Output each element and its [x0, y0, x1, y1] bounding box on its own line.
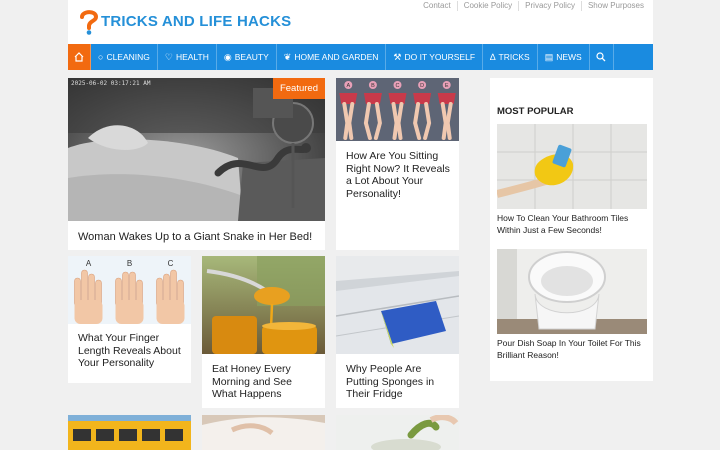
article-image-school-bus[interactable]: [68, 415, 191, 450]
nav-item-do-it-yourself[interactable]: ⚒ DO IT YOURSELF: [386, 44, 484, 70]
article-image-finger-length[interactable]: A B C: [68, 256, 191, 324]
article-card-sponge[interactable]: Why People Are Putting Sponges in Their …: [336, 256, 459, 408]
article-title[interactable]: Why People Are Putting Sponges in Their …: [346, 363, 451, 401]
article-title[interactable]: How Are You Sitting Right Now? It Reveal…: [346, 150, 451, 200]
nav-item-home-and-garden[interactable]: ❦ HOME AND GARDEN: [277, 44, 387, 70]
position-label: D: [420, 83, 424, 89]
article-card-honey[interactable]: Eat Honey Every Morning and See What Hap…: [202, 256, 325, 408]
popular-image-toilet[interactable]: [497, 249, 647, 334]
top-links: Contact Cookie Policy Privacy Policy Sho…: [417, 1, 650, 11]
featured-article-card[interactable]: 2025-06-02 03:17:21 AM Featured Woman Wa…: [68, 78, 325, 250]
palm-shape: [156, 300, 185, 324]
show-purposes-link[interactable]: Show Purposes: [580, 1, 650, 11]
article-image-pillow[interactable]: [202, 415, 325, 450]
main-nav: ○ CLEANING ♡ HEALTH ◉ BEAUTY ❦ HOME AND GARD…: [68, 44, 653, 70]
position-label: A: [346, 83, 350, 89]
nav-item-tricks[interactable]: ∆ TRICKS: [483, 44, 538, 70]
privacy-policy-link[interactable]: Privacy Policy: [518, 1, 581, 11]
eye-icon: ◉: [223, 51, 232, 62]
nav-item-label: TRICKS: [498, 52, 530, 62]
site-header: TRICKS AND LIFE HACKS Contact Cookie Pol…: [68, 0, 653, 44]
popular-caption[interactable]: Pour Dish Soap In Your Toilet For This B…: [497, 338, 649, 361]
page: TRICKS AND LIFE HACKS Contact Cookie Pol…: [68, 0, 653, 450]
article-card-pickle[interactable]: [336, 415, 459, 450]
palm-shape: [74, 300, 103, 324]
position-label: B: [371, 83, 375, 89]
wrench-icon: ⚒: [393, 51, 402, 62]
hand-label: C: [168, 259, 174, 268]
heart-icon: ♡: [164, 51, 173, 62]
popular-image-bathroom-tiles[interactable]: [497, 124, 647, 209]
hand-label: A: [86, 259, 92, 268]
skirt-shape: [437, 93, 456, 104]
article-card-bus[interactable]: [68, 415, 191, 450]
search-icon: [596, 52, 606, 62]
droplet-icon: ○: [98, 52, 104, 62]
nav-item-news[interactable]: ▤ NEWS: [538, 44, 590, 70]
featured-article-image[interactable]: 2025-06-02 03:17:21 AM: [68, 78, 325, 221]
nav-item-label: HOME AND GARDEN: [294, 52, 379, 62]
hand-label: B: [127, 259, 132, 268]
skirt-shape: [339, 93, 358, 104]
leaf-icon: ❦: [283, 51, 292, 62]
nav-item-label: CLEANING: [106, 52, 150, 62]
nav-item-label: HEALTH: [175, 52, 209, 62]
featured-badge: Featured: [272, 78, 325, 99]
cookie-policy-link[interactable]: Cookie Policy: [456, 1, 518, 11]
skirt-shape: [363, 93, 382, 104]
skirt-shape: [413, 93, 432, 104]
flask-icon: ∆: [490, 52, 496, 62]
popular-caption[interactable]: How To Clean Your Bathroom Tiles Within …: [497, 213, 649, 236]
nav-home[interactable]: [68, 44, 91, 70]
article-title[interactable]: What Your Finger Length Reveals About Yo…: [78, 332, 183, 370]
nav-item-label: BEAUTY: [234, 52, 269, 62]
home-icon: [74, 52, 84, 62]
article-image-pickle-jar[interactable]: [336, 415, 459, 450]
position-label: C: [396, 83, 400, 89]
nav-item-health[interactable]: ♡ HEALTH: [158, 44, 217, 70]
nav-item-beauty[interactable]: ◉ BEAUTY: [217, 44, 277, 70]
most-popular-sidebar: MOST POPULAR How To Clean Your Bathroom …: [490, 78, 653, 381]
article-card-finger-length[interactable]: A B C What Your Finger Length Reveals Abou…: [68, 256, 191, 383]
nav-item-label: DO IT YOURSELF: [404, 52, 476, 62]
article-image-honey[interactable]: [202, 256, 325, 354]
article-image-sitting-positions[interactable]: A B C D E: [336, 78, 459, 141]
most-popular-heading: MOST POPULAR: [497, 106, 574, 117]
image-timestamp: 2025-06-02 03:17:21 AM: [71, 80, 151, 87]
nav-item-label: NEWS: [556, 52, 582, 62]
position-label: E: [445, 83, 449, 89]
article-card-pillow[interactable]: [202, 415, 325, 450]
palm-shape: [115, 300, 144, 324]
skirt-shape: [388, 93, 407, 104]
nav-item-cleaning[interactable]: ○ CLEANING: [91, 44, 158, 70]
article-title[interactable]: Eat Honey Every Morning and See What Hap…: [212, 363, 317, 401]
nav-search-button[interactable]: [590, 44, 614, 70]
article-title[interactable]: Woman Wakes Up to a Giant Snake in Her B…: [78, 231, 317, 244]
article-image-sponge-fridge[interactable]: [336, 256, 459, 354]
contact-link[interactable]: Contact: [417, 1, 457, 11]
question-mark-logo-icon[interactable]: [80, 9, 98, 35]
newspaper-icon: ▤: [544, 51, 554, 62]
article-card-sitting[interactable]: A B C D E How Are You Sitting Right Now? It …: [336, 78, 459, 250]
site-title[interactable]: TRICKS AND LIFE HACKS: [101, 13, 291, 30]
